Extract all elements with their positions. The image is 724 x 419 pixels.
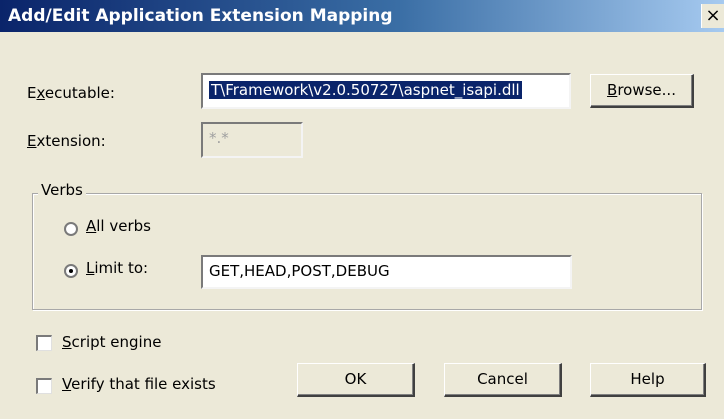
extension-label: Extension:: [27, 132, 106, 150]
all-verbs-label[interactable]: All verbs: [86, 217, 151, 235]
limit-to-input[interactable]: GET,HEAD,POST,DEBUG: [201, 255, 572, 289]
browse-button[interactable]: Browse...: [590, 74, 694, 108]
executable-label: Executable:: [27, 84, 115, 102]
verbs-group-label: Verbs: [38, 181, 86, 199]
title-bar: Add/Edit Application Extension Mapping ×: [0, 0, 724, 32]
verbs-group: [32, 193, 702, 310]
executable-value: T\Framework\v2.0.50727\aspnet_isapi.dll: [209, 81, 522, 99]
cancel-button[interactable]: Cancel: [444, 363, 562, 397]
dialog-title: Add/Edit Application Extension Mapping: [8, 6, 393, 26]
verify-file-exists-label[interactable]: Verify that file exists: [62, 375, 216, 393]
close-icon[interactable]: ×: [701, 4, 724, 28]
help-button[interactable]: Help: [590, 363, 706, 397]
verify-file-exists-checkbox[interactable]: [36, 378, 52, 394]
ok-button[interactable]: OK: [297, 363, 415, 397]
extension-input[interactable]: *.*: [201, 122, 303, 158]
executable-input[interactable]: T\Framework\v2.0.50727\aspnet_isapi.dll: [201, 73, 571, 109]
script-engine-label[interactable]: Script engine: [62, 333, 161, 351]
all-verbs-radio[interactable]: [64, 222, 78, 236]
limit-to-radio[interactable]: [64, 264, 78, 278]
script-engine-checkbox[interactable]: [36, 335, 52, 351]
limit-to-label[interactable]: Limit to:: [86, 259, 148, 277]
